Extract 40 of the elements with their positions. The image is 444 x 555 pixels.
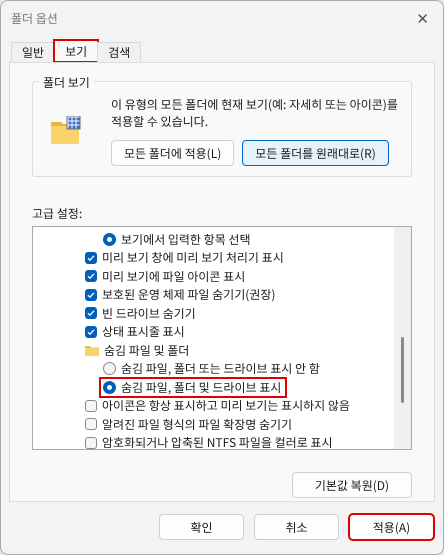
- close-icon[interactable]: ✕: [416, 8, 429, 28]
- folder-icon: [85, 344, 99, 356]
- restore-defaults-button[interactable]: 기본값 복원(D): [292, 472, 412, 498]
- radio-button[interactable]: [103, 380, 116, 394]
- option-label[interactable]: 숨김 파일 및 폴더: [104, 342, 190, 359]
- checkbox[interactable]: [85, 270, 97, 282]
- option-label[interactable]: 보기에서 입력한 항목 선택: [121, 230, 251, 248]
- radio-button[interactable]: [103, 362, 116, 376]
- folder-icon: [51, 116, 81, 144]
- option-label[interactable]: 상태 표시줄 표시: [102, 323, 185, 340]
- option-label[interactable]: 미리 보기에 파일 아이콘 표시: [102, 268, 246, 285]
- option-label[interactable]: 아이콘은 항상 표시하고 미리 보기는 표시하지 않음: [102, 397, 350, 414]
- tab[interactable]: 일반: [11, 42, 56, 62]
- checkbox[interactable]: [85, 307, 97, 320]
- option-label[interactable]: 숨김 파일, 폴더 및 드라이브 표시: [121, 378, 282, 396]
- option-label[interactable]: 알려진 파일 형식의 파일 확장명 숨기기: [102, 416, 292, 433]
- option-label[interactable]: 숨김 파일, 폴더 또는 드라이브 표시 안 함: [121, 360, 320, 378]
- description-text: 이 유형의 모든 폴더에 현재 보기(예: 자세히 또는 아이콘)를 적용할 수 있습니다.: [111, 96, 399, 130]
- option-label[interactable]: 보호된 운영 체제 파일 숨기기(권장): [102, 286, 276, 304]
- checkbox[interactable]: [85, 326, 97, 338]
- dialog-button[interactable]: 적용(A): [349, 514, 434, 540]
- window-title: 폴더 옵션: [11, 10, 58, 26]
- dialog-button[interactable]: 확인: [159, 514, 244, 540]
- option-label[interactable]: 미리 보기 창에 미리 보기 처리기 표시: [102, 249, 284, 266]
- checkbox[interactable]: [85, 400, 97, 412]
- checkbox[interactable]: [85, 252, 97, 264]
- checkbox[interactable]: [85, 436, 97, 449]
- apply-button[interactable]: 모든 폴더를 원래대로(R): [242, 140, 389, 166]
- radio-button[interactable]: [103, 232, 116, 246]
- apply-button[interactable]: 모든 폴더에 적용(L): [111, 140, 234, 166]
- tab[interactable]: 검색: [97, 42, 142, 62]
- scrollbar[interactable]: [394, 227, 411, 449]
- group-title: 폴더 보기: [39, 74, 94, 91]
- option-label[interactable]: 빈 드라이브 숨기기: [102, 304, 196, 322]
- dialog-button[interactable]: 취소: [254, 514, 339, 540]
- option-label[interactable]: 암호화되거나 압축된 NTFS 파일을 컬러로 표시: [102, 434, 332, 449]
- checkbox[interactable]: [85, 418, 97, 430]
- tab[interactable]: 보기: [54, 40, 98, 62]
- section-label: 고급 설정:: [32, 205, 84, 222]
- checkbox[interactable]: [85, 288, 97, 301]
